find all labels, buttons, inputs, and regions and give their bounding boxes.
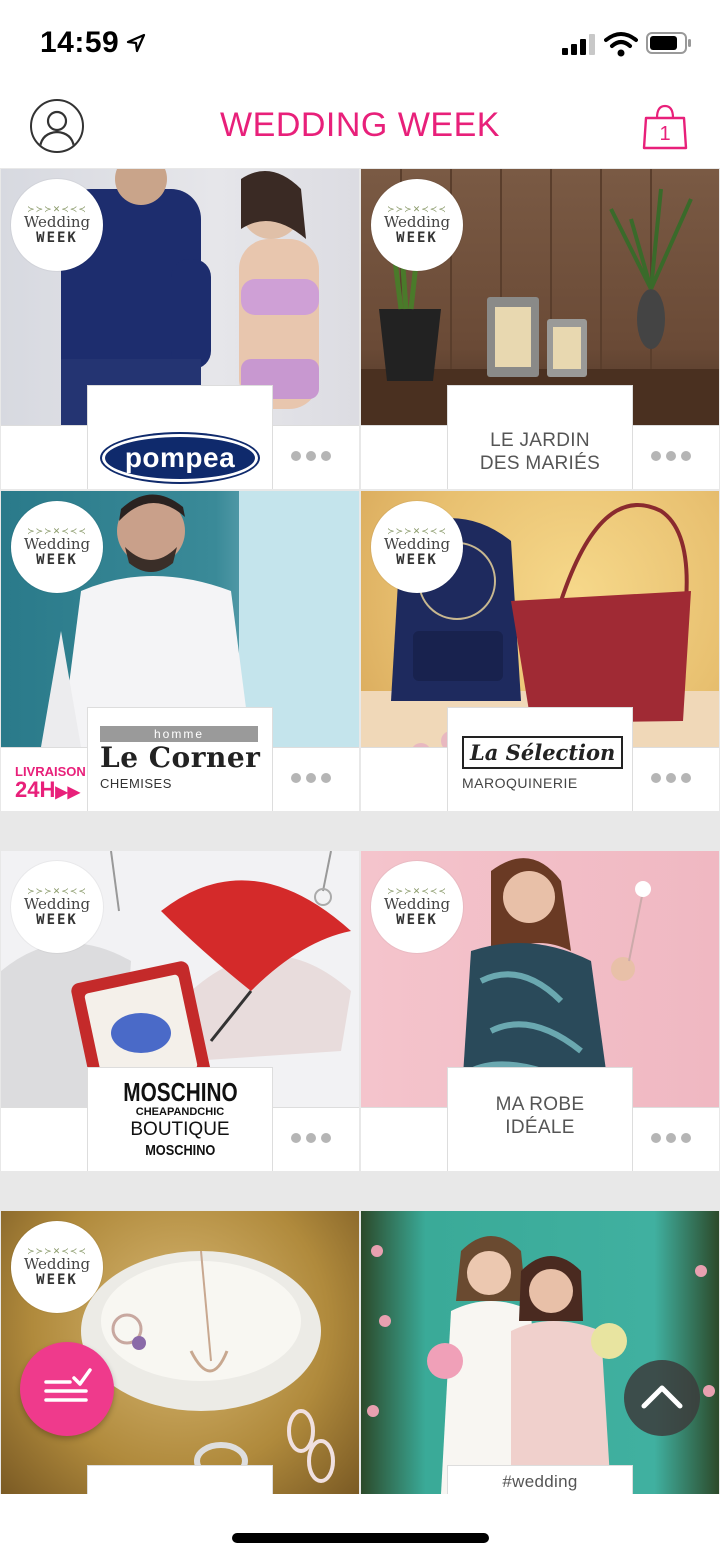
badge-line1: Wedding — [23, 535, 91, 553]
wedding-week-badge: ≻≻≻✕≺≺≺ Wedding WEEK — [11, 1221, 103, 1313]
battery-icon — [646, 32, 691, 54]
location-arrow-icon — [126, 33, 146, 53]
tile-label-box: homme Le Corner CHEMISES — [87, 707, 273, 811]
brand-label-line2: DES MARIÉS — [479, 452, 601, 474]
wedding-week-badge: ≻≻≻✕≺≺≺ Wedding WEEK — [11, 861, 103, 953]
lecorner-logo-main: Le Corner — [100, 741, 261, 774]
wifi-icon — [604, 32, 638, 57]
wedding-week-badge: ≻≻≻✕≺≺≺ Wedding WEEK — [11, 179, 103, 271]
brand-tile-moschino[interactable]: ≻≻≻✕≺≺≺ Wedding WEEK MOSCHINO CHEAPANDCH… — [1, 851, 359, 1171]
badge-line2: WEEK — [36, 230, 78, 246]
wedding-week-badge: ≻≻≻✕≺≺≺ Wedding WEEK — [11, 501, 103, 593]
delivery-line2: 24H▶▶ — [15, 779, 86, 802]
tile-label-box: MOSCHINO CHEAPANDCHIC BOUTIQUE MOSCHINO — [87, 1067, 273, 1171]
tile-label-box: MA ROBE IDÉALE — [447, 1067, 633, 1171]
more-options-button[interactable] — [291, 451, 331, 461]
wedding-week-badge: ≻≻≻✕≺≺≺ Wedding WEEK — [371, 501, 463, 593]
lecorner-logo-sub: CHEMISES — [100, 776, 172, 791]
badge-line2: WEEK — [396, 912, 438, 928]
brand-label-line2: IDÉALE — [505, 1116, 575, 1138]
badge-line1: Wedding — [23, 1255, 91, 1273]
badge-line1: Wedding — [383, 535, 451, 553]
wedding-week-badge: ≻≻≻✕≺≺≺ Wedding WEEK — [371, 861, 463, 953]
badge-line2: WEEK — [36, 912, 78, 928]
wedding-week-badge: ≻≻≻✕≺≺≺ Wedding WEEK — [371, 179, 463, 271]
filter-fab-button[interactable] — [20, 1342, 114, 1436]
more-options-button[interactable] — [291, 773, 331, 783]
pompea-logo-text: pompea — [124, 441, 236, 473]
tile-label-box — [87, 1465, 273, 1494]
brand-tile-le-jardin[interactable]: ≻≻≻✕≺≺≺ Wedding WEEK LE JARDIN DES MARIÉ… — [361, 169, 719, 489]
pompea-logo: pompea — [102, 433, 258, 482]
brand-grid: ≻≻≻✕≺≺≺ Wedding WEEK pompea ≻≻≻✕≺≺≺ Wedd… — [0, 168, 720, 1494]
badge-line1: Wedding — [23, 213, 91, 231]
moschino-logo-l4: MOSCHINO — [144, 1142, 216, 1159]
brand-label-line1: MA ROBE — [495, 1093, 585, 1115]
status-time: 14:59 — [40, 26, 120, 59]
cellular-signal-icon — [562, 34, 595, 55]
badge-line1: Wedding — [383, 895, 451, 913]
selection-logo-sub: MAROQUINERIE — [462, 775, 578, 791]
badge-line2: WEEK — [36, 552, 78, 568]
delivery-24h: 24H — [15, 777, 56, 802]
tile-image — [361, 1211, 719, 1494]
brand-tile-la-selection[interactable]: ≻≻≻✕≺≺≺ Wedding WEEK La Sélection MAROQU… — [361, 491, 719, 811]
badge-line1: Wedding — [383, 213, 451, 231]
brand-label: #wedding — [502, 1472, 578, 1491]
brides-photo — [367, 1236, 715, 1494]
arrow-icon: ▶▶ — [55, 784, 80, 801]
brand-tile-ma-robe-ideale[interactable]: ≻≻≻✕≺≺≺ Wedding WEEK MA ROBE IDÉALE — [361, 851, 719, 1171]
more-options-button[interactable] — [651, 451, 691, 461]
tile-label-box: LE JARDIN DES MARIÉS — [447, 385, 633, 489]
home-indicator[interactable] — [232, 1533, 489, 1543]
tile-label-box: #wedding — [447, 1465, 633, 1494]
brand-label-line1: LE JARDIN — [490, 429, 590, 451]
page-title: WEDDING WEEK — [220, 106, 500, 144]
chevron-up-icon — [641, 1385, 683, 1409]
lecorner-logo-top: homme — [100, 726, 258, 742]
more-options-button[interactable] — [651, 1133, 691, 1143]
scroll-to-top-button[interactable] — [624, 1360, 700, 1436]
brand-tile-pompea[interactable]: ≻≻≻✕≺≺≺ Wedding WEEK pompea — [1, 169, 359, 489]
tile-label-box: pompea — [87, 385, 273, 489]
brand-tile-le-corner[interactable]: ≻≻≻✕≺≺≺ Wedding WEEK homme Le Corner CHE… — [1, 491, 359, 811]
more-options-button[interactable] — [651, 773, 691, 783]
brand-tile-wedding[interactable]: #wedding — [361, 1211, 719, 1494]
moschino-logo-l3: BOUTIQUE — [130, 1119, 230, 1140]
badge-line1: Wedding — [23, 895, 91, 913]
app-header: WEDDING WEEK 1 — [0, 88, 720, 166]
cart-count: 1 — [659, 123, 671, 145]
badge-line2: WEEK — [36, 1272, 78, 1288]
status-bar: 14:59 — [0, 0, 720, 88]
delivery-badge: LIVRAISON 24H▶▶ — [15, 763, 86, 802]
tile-label-box: La Sélection MAROQUINERIE — [447, 707, 633, 811]
moschino-logo-l1: MOSCHINO — [122, 1077, 238, 1107]
cart-button[interactable]: 1 — [640, 104, 690, 152]
selection-logo: La Sélection — [462, 736, 624, 769]
moschino-logo-l2: CHEAPANDCHIC — [135, 1106, 225, 1118]
badge-line2: WEEK — [396, 552, 438, 568]
more-options-button[interactable] — [291, 1133, 331, 1143]
checklist-icon — [44, 1368, 92, 1402]
badge-line2: WEEK — [396, 230, 438, 246]
